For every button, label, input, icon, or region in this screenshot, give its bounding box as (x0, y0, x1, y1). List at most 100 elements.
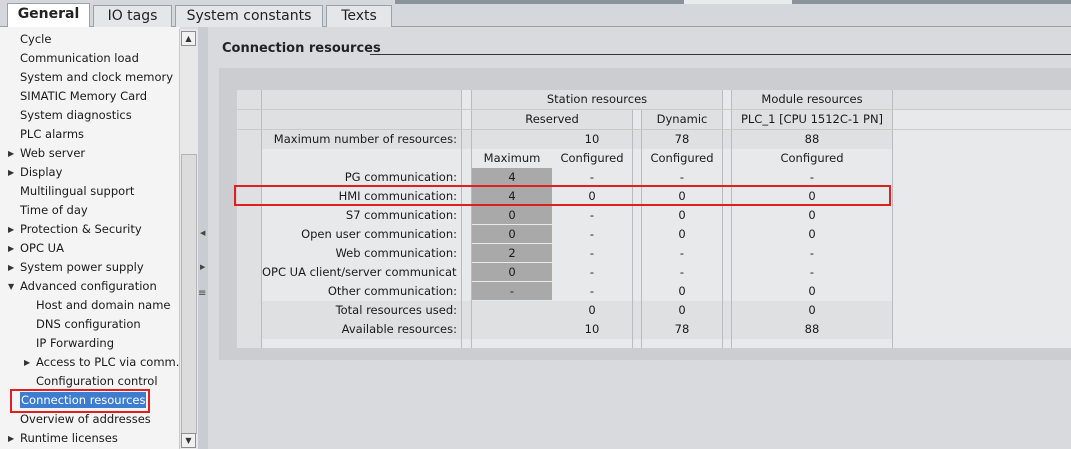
configured-cell: - (589, 284, 595, 298)
expand-arrow-icon[interactable]: ▶ (8, 429, 14, 448)
maximum-cell: 0 (472, 225, 552, 243)
header-cell (237, 110, 461, 129)
sidebar-item[interactable]: ▶ System power supply (8, 258, 144, 277)
sidebar-item-label: System diagnostics (20, 108, 132, 122)
sidebar-item-label: Protection & Security (20, 222, 142, 236)
sidebar-item[interactable]: Host and domain name (36, 296, 170, 315)
sidebar-item-label: Overview of addresses (20, 412, 151, 426)
sidebar-item-label: DNS configuration (36, 317, 141, 331)
sidebar-item[interactable]: ▶ Web server (8, 144, 86, 163)
sidebar-item[interactable]: ▼ Advanced configuration (8, 277, 157, 296)
sidebar-item-label: Advanced configuration (20, 279, 157, 293)
row-label: Other communication: (327, 284, 457, 298)
dynamic-cell: 0 (678, 284, 686, 298)
sidebar-item[interactable]: ▶ Access to PLC via comm... (24, 353, 187, 372)
scroll-thumb[interactable] (181, 154, 197, 434)
sidebar-item[interactable]: Cycle (20, 30, 51, 49)
sidebar-item[interactable]: ▶ Runtime licenses (8, 429, 118, 448)
sidebar-item[interactable]: System diagnostics (20, 106, 132, 125)
sidebar-item-label: Cycle (20, 32, 52, 46)
sidebar-item-label: IP Forwarding (36, 336, 115, 350)
sidebar-item-label: Web server (20, 146, 86, 160)
collapse-arrow-icon[interactable]: ▼ (8, 277, 14, 296)
module-cell: 0 (808, 284, 816, 298)
sidebar-item[interactable]: PLC alarms (20, 125, 84, 144)
total-dynamic-value: 0 (678, 303, 686, 317)
maximum-cell: 0 (472, 206, 552, 224)
sidebar-item[interactable]: IP Forwarding (36, 334, 114, 353)
module-cell: 0 (808, 227, 816, 241)
expand-arrow-icon[interactable]: ▶ (8, 220, 14, 239)
expand-arrow-icon[interactable]: ▶ (8, 239, 14, 258)
plc-module-header: PLC_1 [CPU 1512C-1 PN] (740, 112, 884, 126)
maximum-cell: 0 (472, 263, 552, 281)
dynamic-cell: - (679, 265, 685, 279)
dynamic-cell: 0 (678, 227, 686, 241)
scroll-down-button[interactable]: ▼ (181, 433, 196, 448)
configured-reserved-header: Configured (560, 151, 624, 165)
sidebar-item-label: Configuration control (36, 374, 158, 388)
dynamic-cell: - (679, 246, 685, 260)
tab-texts[interactable]: Texts (326, 5, 392, 27)
expand-arrow-icon[interactable]: ▶ (8, 163, 14, 182)
dynamic-header: Dynamic (656, 112, 708, 126)
configured-cell: - (589, 265, 595, 279)
page-title: Connection resources (222, 41, 381, 56)
available-reserved-value: 10 (584, 322, 600, 336)
expand-right-icon[interactable]: ▶ (200, 263, 205, 271)
max-resources-label: Maximum number of resources: (273, 132, 457, 146)
sidebar-item-label: Access to PLC via comm... (36, 355, 187, 369)
sidebar-item-label: System power supply (20, 260, 144, 274)
configured-cell: - (589, 246, 595, 260)
sidebar-item-label: Display (20, 165, 63, 179)
configured-module-header: Configured (780, 151, 844, 165)
expand-arrow-icon[interactable]: ▶ (8, 144, 14, 163)
tab-system-constants[interactable]: System constants (175, 5, 323, 27)
sidebar-item[interactable]: ▶ Display (8, 163, 63, 182)
sidebar-item[interactable]: Communication load (20, 49, 139, 68)
sidebar-item-label: Host and domain name (36, 298, 171, 312)
max-module-value: 88 (804, 132, 820, 146)
sidebar-item[interactable]: ▶ Protection & Security (8, 220, 142, 239)
configured-cell: - (589, 208, 595, 222)
sidebar-item-label: PLC alarms (20, 127, 85, 141)
connection-resources-highlight (10, 389, 150, 413)
sidebar-item-label: Multilingual support (20, 184, 135, 198)
tab-io-tags[interactable]: IO tags (93, 5, 172, 27)
sidebar-item[interactable]: Multilingual support (20, 182, 134, 201)
table-corner (237, 90, 261, 109)
sidebar-item-label: Runtime licenses (20, 431, 118, 445)
maximum-cell: 2 (472, 244, 552, 262)
dynamic-cell: 0 (678, 208, 686, 222)
sidebar-item[interactable]: ▶ OPC UA (8, 239, 64, 258)
sidebar-item[interactable]: Time of day (20, 201, 88, 220)
max-dynamic-value: 78 (674, 132, 690, 146)
row-label: Web communication: (335, 246, 457, 260)
available-module-value: 88 (804, 322, 820, 336)
expand-arrow-icon[interactable]: ▶ (8, 258, 14, 277)
expand-arrow-icon[interactable]: ▶ (24, 353, 30, 372)
pane-splitter[interactable]: ◀ ▶ ≡ (198, 27, 208, 449)
sidebar-scrollbar[interactable]: ▲ ▼ (179, 29, 198, 449)
sidebar-item[interactable]: DNS configuration (36, 315, 141, 334)
collapse-left-icon[interactable]: ◀ (200, 229, 205, 237)
title-underline (370, 54, 1071, 55)
sidebar-item-label: Communication load (20, 51, 139, 65)
header-cell (893, 90, 1071, 109)
sidebar-item[interactable]: SIMATIC Memory Card (20, 87, 147, 106)
scroll-up-button[interactable]: ▲ (181, 31, 196, 46)
grid-line (632, 110, 633, 348)
tab-general[interactable]: General (7, 3, 90, 28)
sidebar-item[interactable]: System and clock memory (20, 68, 173, 87)
row-label: S7 communication: (345, 208, 457, 222)
sidebar-item-label: OPC UA (20, 241, 64, 255)
row-header-column (237, 130, 261, 348)
configured-dynamic-header: Configured (650, 151, 714, 165)
max-reserved-value: 10 (584, 132, 600, 146)
top-strip-highlight (684, 0, 792, 4)
sidebar-item-label: Time of day (20, 203, 88, 217)
station-resources-header: Station resources (546, 92, 648, 106)
row-label: Open user communication: (301, 227, 457, 241)
total-reserved-value: 0 (588, 303, 596, 317)
row-label: OPC UA client/server communicati... (262, 265, 457, 279)
